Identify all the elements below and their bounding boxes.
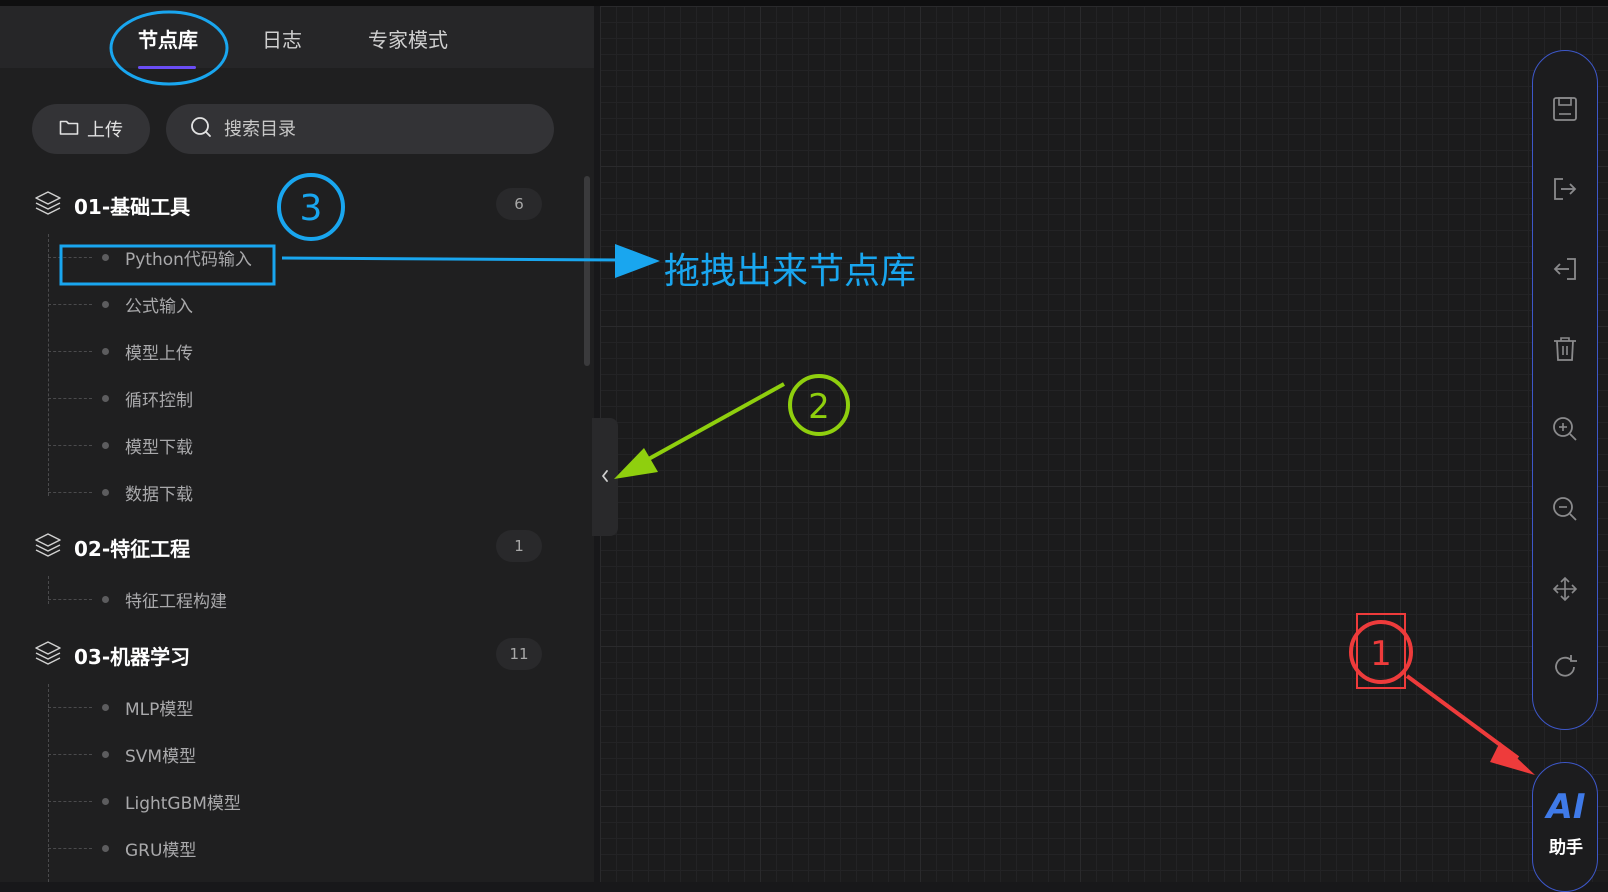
drag-hint-text: 拖拽出来节点库 bbox=[664, 251, 917, 292]
bullet-icon bbox=[102, 347, 109, 355]
save-icon[interactable] bbox=[1549, 93, 1581, 125]
bullet-icon bbox=[102, 844, 109, 852]
export-icon[interactable] bbox=[1549, 173, 1581, 205]
node-item[interactable]: 模型下载 bbox=[48, 432, 193, 458]
group-count-badge: 1 bbox=[496, 530, 542, 562]
delete-icon[interactable] bbox=[1549, 333, 1581, 365]
active-tab-indicator bbox=[138, 66, 196, 69]
group-basic-tools[interactable]: 01-基础工具 bbox=[34, 190, 190, 220]
node-item[interactable]: MLP模型 bbox=[48, 694, 193, 720]
node-item[interactable]: 特征工程构建 bbox=[48, 586, 227, 612]
group-title: 03-机器学习 bbox=[74, 644, 191, 669]
bullet-icon bbox=[102, 253, 109, 261]
layers-icon bbox=[34, 532, 62, 562]
node-item[interactable]: Python代码输入 bbox=[48, 244, 252, 270]
ai-assistant-button[interactable]: AI 助手 bbox=[1532, 762, 1598, 892]
collapse-panel-button[interactable] bbox=[592, 418, 618, 536]
folder-icon bbox=[59, 118, 79, 141]
node-item[interactable]: 模型上传 bbox=[48, 338, 193, 364]
bullet-icon bbox=[102, 797, 109, 805]
tab-log[interactable]: 日志 bbox=[262, 24, 302, 53]
node-item[interactable]: GRU模型 bbox=[48, 835, 196, 861]
upload-button[interactable]: 上传 bbox=[32, 104, 150, 154]
group-count-badge: 6 bbox=[496, 188, 542, 220]
refresh-icon[interactable] bbox=[1549, 651, 1581, 683]
group-count-badge: 11 bbox=[496, 638, 542, 670]
bullet-icon bbox=[102, 750, 109, 758]
fit-view-icon[interactable] bbox=[1549, 573, 1581, 605]
bullet-icon bbox=[102, 441, 109, 449]
bullet-icon bbox=[102, 703, 109, 711]
node-item[interactable]: 公式输入 bbox=[48, 291, 193, 317]
node-item[interactable]: LightGBM模型 bbox=[48, 788, 241, 814]
ai-logo-icon: AI bbox=[1546, 787, 1586, 827]
chevron-left-icon bbox=[600, 468, 610, 487]
search-input[interactable] bbox=[222, 117, 526, 141]
zoom-out-icon[interactable] bbox=[1549, 493, 1581, 525]
bullet-icon bbox=[102, 300, 109, 308]
ai-assistant-label: 助手 bbox=[1549, 838, 1583, 858]
panel-tabs: 节点库 日志 专家模式 bbox=[0, 6, 594, 69]
upload-button-label: 上传 bbox=[87, 120, 123, 141]
node-item[interactable]: 数据下载 bbox=[48, 479, 193, 505]
bullet-icon bbox=[102, 595, 109, 603]
bullet-icon bbox=[102, 488, 109, 496]
bullet-icon bbox=[102, 394, 109, 402]
canvas-toolbar bbox=[1532, 50, 1598, 730]
zoom-in-icon[interactable] bbox=[1549, 413, 1581, 445]
layers-icon bbox=[34, 190, 62, 220]
node-item[interactable]: 循环控制 bbox=[48, 385, 193, 411]
group-title: 01-基础工具 bbox=[74, 194, 191, 219]
import-icon[interactable] bbox=[1549, 253, 1581, 285]
workflow-canvas[interactable] bbox=[600, 6, 1608, 882]
panel-scrollbar[interactable] bbox=[584, 176, 590, 366]
node-item[interactable]: SVM模型 bbox=[48, 741, 196, 767]
search-bar bbox=[166, 104, 554, 154]
tab-expert-mode[interactable]: 专家模式 bbox=[368, 24, 448, 53]
node-library-panel: 节点库 日志 专家模式 上传 01-基础工具 6 Python代码输入 公式输入… bbox=[0, 6, 594, 882]
group-feature-engineering[interactable]: 02-特征工程 bbox=[34, 532, 190, 562]
layers-icon bbox=[34, 640, 62, 670]
tab-node-library[interactable]: 节点库 bbox=[138, 24, 198, 53]
group-title: 02-特征工程 bbox=[74, 536, 191, 561]
search-icon bbox=[190, 116, 212, 142]
group-machine-learning[interactable]: 03-机器学习 bbox=[34, 640, 190, 670]
